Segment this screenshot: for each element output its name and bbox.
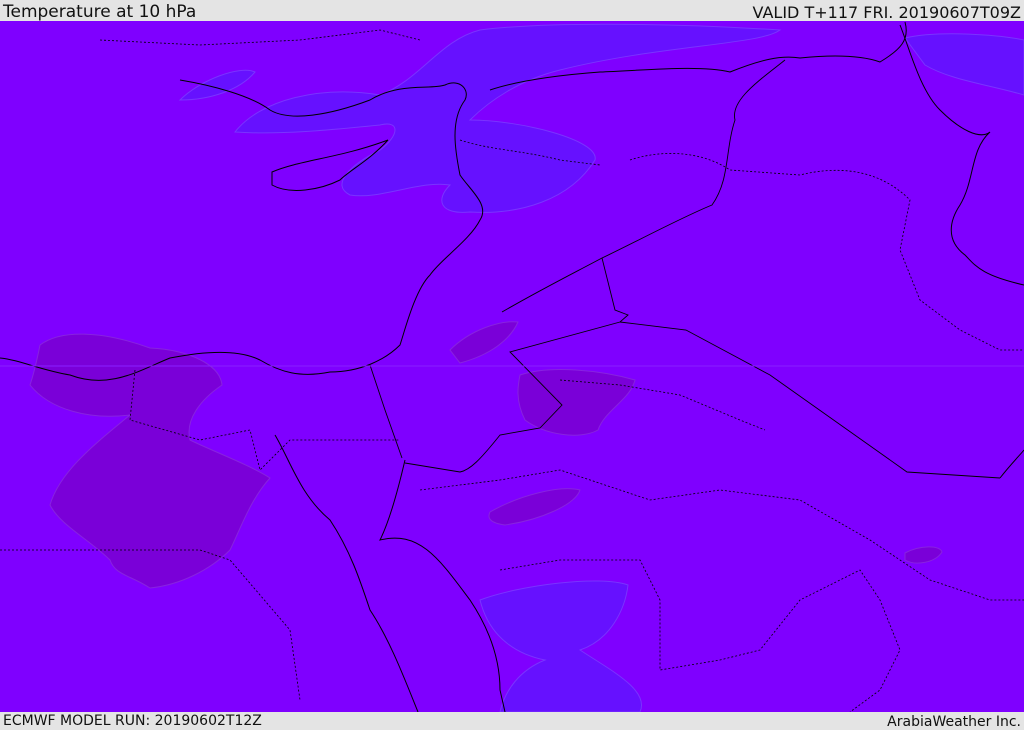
map-title: Temperature at 10 hPa (3, 2, 197, 22)
cool-patch-turkey (234, 23, 782, 213)
warm-patch-iraq (517, 369, 636, 436)
coastline-red-sea (274, 434, 419, 712)
model-run: ECMWF MODEL RUN: 20190602T12Z (3, 713, 262, 729)
footer-bar: ECMWF MODEL RUN: 20190602T12Z ArabiaWeat… (0, 712, 1024, 730)
border-egypt-israel (369, 364, 403, 459)
warm-patch-saudi (488, 488, 581, 526)
header-bar: Temperature at 10 hPa VALID T+117 FRI. 2… (0, 0, 1024, 21)
cool-patch-red-sea (479, 580, 643, 712)
valid-time: VALID T+117 FRI. 20190607T09Z (752, 3, 1021, 22)
temperature-map (0, 21, 1024, 712)
border-iraq-jordan-saudi (404, 257, 629, 473)
warmer-patches (29, 321, 943, 589)
warm-patch-gulf (904, 546, 943, 564)
credit-text: ArabiaWeather Inc. (887, 714, 1021, 730)
cooler-patches (178, 23, 1024, 712)
border-iraq-saudi (619, 321, 1001, 479)
coastline-gulf (999, 449, 1024, 479)
cool-patch-caspian (904, 33, 1024, 96)
coastline-arabia (379, 459, 506, 712)
cool-patch-aegean (178, 69, 256, 101)
warm-patch-jordan (449, 321, 519, 364)
